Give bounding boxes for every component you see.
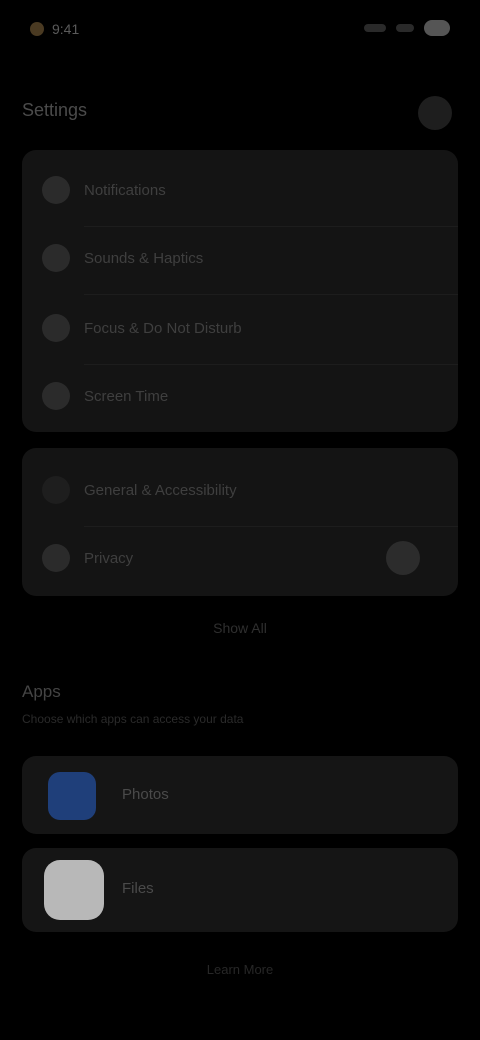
hand-icon xyxy=(42,544,70,572)
settings-card-secondary: General & Accessibility Privacy xyxy=(22,448,458,596)
recording-indicator-icon xyxy=(30,22,44,36)
app-row-photos[interactable]: Photos xyxy=(22,756,458,834)
divider xyxy=(84,294,458,295)
hourglass-icon xyxy=(42,382,70,410)
battery-icon xyxy=(424,20,450,36)
apps-section-title: Apps xyxy=(22,682,61,701)
divider xyxy=(84,364,458,365)
settings-row-focus[interactable]: Focus & Do Not Disturb xyxy=(42,300,438,356)
show-all-link[interactable]: Show All xyxy=(0,620,480,636)
signal-icon xyxy=(364,24,386,32)
row-label: Notifications xyxy=(84,181,166,199)
settings-card-primary: Notifications Sounds & Haptics Focus & D… xyxy=(22,150,458,432)
speaker-icon xyxy=(42,244,70,272)
row-label: General & Accessibility xyxy=(84,481,237,499)
page-title: Settings xyxy=(22,100,88,120)
divider xyxy=(84,226,458,227)
row-label: Screen Time xyxy=(84,387,169,405)
learn-more-link[interactable]: Learn More xyxy=(0,962,480,977)
privacy-toggle[interactable] xyxy=(386,541,420,575)
apps-section-description: Choose which apps can access your data xyxy=(22,712,244,726)
settings-row-notifications[interactable]: Notifications xyxy=(42,162,438,218)
app-label: Files xyxy=(122,880,154,897)
status-bar-left: 9:41 xyxy=(30,18,120,40)
settings-row-sounds[interactable]: Sounds & Haptics xyxy=(42,230,438,286)
divider xyxy=(84,526,458,527)
bell-icon xyxy=(42,176,70,204)
photos-app-icon xyxy=(48,772,96,820)
files-app-icon xyxy=(44,860,104,920)
settings-row-general[interactable]: General & Accessibility xyxy=(42,462,438,518)
status-time: 9:41 xyxy=(52,21,80,37)
row-label: Privacy xyxy=(84,549,134,567)
row-label: Focus & Do Not Disturb xyxy=(84,319,242,337)
app-row-files[interactable]: Files xyxy=(22,848,458,932)
status-bar-right xyxy=(364,20,450,36)
wifi-icon xyxy=(396,24,414,32)
app-label: Photos xyxy=(122,786,169,803)
moon-icon xyxy=(42,314,70,342)
settings-row-screen-time[interactable]: Screen Time xyxy=(42,368,438,424)
settings-row-privacy[interactable]: Privacy xyxy=(42,530,438,586)
row-label: Sounds & Haptics xyxy=(84,249,204,267)
profile-button[interactable] xyxy=(418,96,452,130)
gear-icon xyxy=(42,476,70,504)
